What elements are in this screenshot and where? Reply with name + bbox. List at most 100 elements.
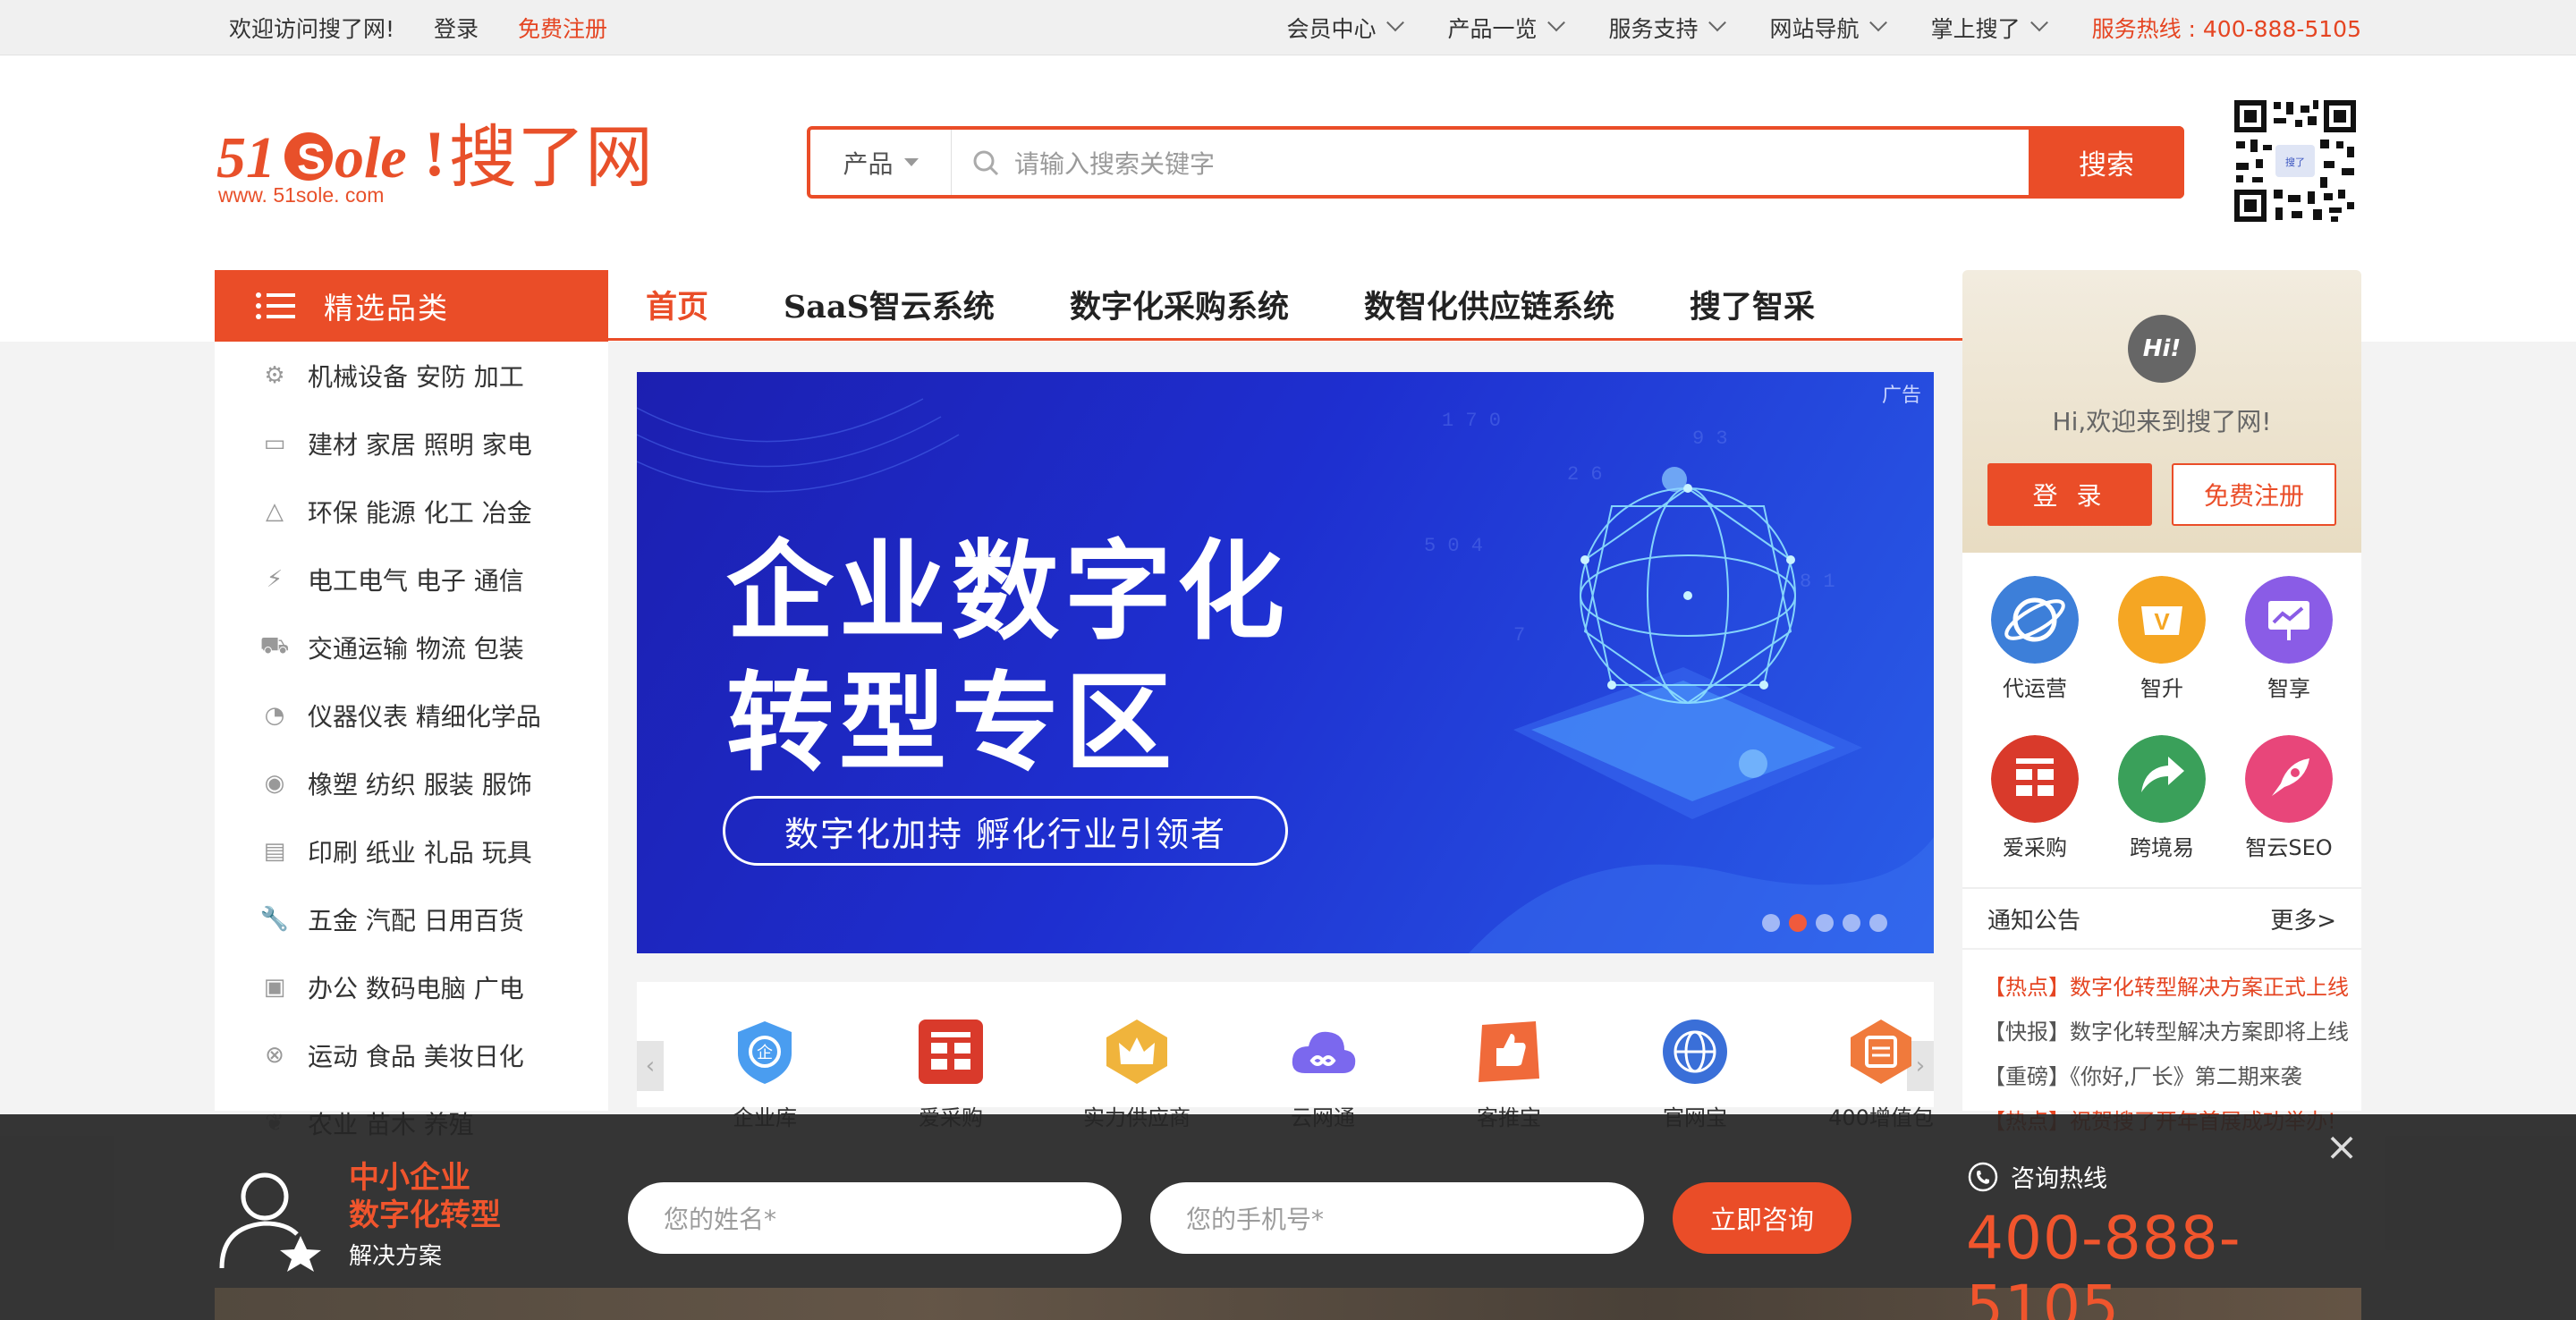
sidebar-item-environment[interactable]: △ 环保 能源 化工 冶金 <box>215 478 608 546</box>
sidebar-item-textile[interactable]: ◉ 橡塑 纺织 服装 服饰 <box>215 749 608 817</box>
menu-mobile[interactable]: 掌上搜了 <box>1930 12 2048 44</box>
presentation-icon <box>2245 576 2333 664</box>
notice-header: 通知公告 更多> <box>1962 889 2361 950</box>
svg-text:www. 51sole. com: www. 51sole. com <box>217 183 384 206</box>
consult-button[interactable]: 立即咨询 <box>1673 1182 1852 1254</box>
welcome-message: Hi,欢迎来到搜了网! <box>2052 407 2272 436</box>
hi-chat-icon: Hi! <box>2128 315 2196 383</box>
sidebar-item-electrical[interactable]: ⚡ 电工电气 电子 通信 <box>215 546 608 613</box>
search-category-label: 产品 <box>843 148 894 179</box>
svg-text:ole: ole <box>335 125 407 190</box>
sidebar-item-label: 交通运输 物流 包装 <box>308 634 524 664</box>
chevron-down-icon <box>1868 13 1887 32</box>
svg-text:5 0 4: 5 0 4 <box>1424 535 1483 557</box>
chevron-down-icon <box>2029 13 2048 32</box>
app-label: 跨境易 <box>2130 835 2194 860</box>
panel-register-button[interactable]: 免费注册 <box>2172 463 2336 526</box>
sidebar-item-building[interactable]: ▭ 建材 家居 照明 家电 <box>215 410 608 478</box>
sidebar-item-printing[interactable]: ▤ 印刷 纸业 礼品 玩具 <box>215 817 608 885</box>
panel-login-button[interactable]: 登 录 <box>1987 463 2152 526</box>
menu-support[interactable]: 服务支持 <box>1608 12 1726 44</box>
list-icon <box>256 292 295 319</box>
login-link[interactable]: 登录 <box>434 12 479 44</box>
category-title: 精选品类 <box>324 291 449 326</box>
nav-procurement[interactable]: 数字化采购系统 <box>1032 282 1326 327</box>
caret-down-icon <box>903 158 919 166</box>
carousel-dot[interactable] <box>1762 914 1780 932</box>
aicaigou-icon <box>1991 735 2079 823</box>
wrench-icon: 🔧 <box>259 906 290 933</box>
app-zhisheng[interactable]: V 智升 <box>2104 576 2220 702</box>
app-label: 智云SEO <box>2245 835 2333 860</box>
svg-text:V: V <box>2154 608 2170 635</box>
category-header[interactable]: 精选品类 <box>215 270 608 342</box>
menu-site-nav[interactable]: 网站导航 <box>1770 12 1887 44</box>
sidebar-item-hardware[interactable]: 🔧 五金 汽配 日用百货 <box>215 885 608 953</box>
menu-label: 会员中心 <box>1286 16 1377 42</box>
phone-input[interactable]: 您的手机号* <box>1150 1182 1644 1254</box>
service-hotline: 服务热线 : 400-888-5105 <box>2091 16 2361 42</box>
close-icon[interactable]: × <box>2322 1124 2361 1170</box>
menu-member-center[interactable]: 会员中心 <box>1286 12 1404 44</box>
menu-products[interactable]: 产品一览 <box>1447 12 1565 44</box>
notice-title: 通知公告 <box>1987 907 2081 935</box>
carousel-dot[interactable] <box>1869 914 1887 932</box>
sidebar-item-office[interactable]: ▣ 办公 数码电脑 广电 <box>215 953 608 1021</box>
hotline-label: 咨询热线 <box>2011 1165 2107 1193</box>
notice-item[interactable]: 【重磅】《你好,厂长》第二期来袭 <box>1962 1052 2361 1096</box>
globe-icon <box>1663 1020 1727 1084</box>
app-label: 爱采购 <box>2003 835 2067 860</box>
site-logo[interactable]: 51 S ole ! 搜了网 www. 51sole. com <box>215 116 662 207</box>
svg-text:7: 7 <box>1513 624 1525 647</box>
sidebar-item-sports[interactable]: ⊗ 运动 食品 美妆日化 <box>215 1021 608 1089</box>
briefcase-icon: ▣ <box>263 974 286 1001</box>
menu-label: 产品一览 <box>1447 16 1538 42</box>
search-input[interactable]: 请输入搜索关键字 <box>952 130 2029 195</box>
search-button[interactable]: 搜索 <box>2029 126 2184 199</box>
svg-text:51: 51 <box>216 125 275 190</box>
package-icon <box>1851 1020 1911 1084</box>
svg-text:企: 企 <box>757 1044 773 1062</box>
services-strip: ‹ › 企 企业库 爱采购 实力供应商 云网通 客推宝 官网宝 400增值包 <box>637 982 1934 1130</box>
sidebar-item-label: 印刷 纸业 礼品 玩具 <box>308 838 532 867</box>
nav-saas[interactable]: SaaS智云系统 <box>746 282 1032 327</box>
menu-label: 服务支持 <box>1608 16 1699 42</box>
carousel-dot[interactable] <box>1816 914 1834 932</box>
carousel-dot[interactable] <box>1843 914 1860 932</box>
sidebar-item-label: 办公 数码电脑 广电 <box>308 974 524 1003</box>
overlay-title-line1: 中小企业 <box>349 1160 470 1196</box>
sidebar-item-machinery[interactable]: ⚙ 机械设备 安防 加工 <box>215 342 608 410</box>
app-aicaigou[interactable]: 爱采购 <box>1977 735 2093 861</box>
thumbs-up-icon <box>1479 1021 1539 1082</box>
name-input[interactable]: 您的姓名* <box>628 1182 1122 1254</box>
app-kuajingyi[interactable]: 跨境易 <box>2104 735 2220 861</box>
carousel-dot-active[interactable] <box>1789 914 1807 932</box>
notice-more-link[interactable]: 更多> <box>2270 902 2336 935</box>
search-bar: 产品 请输入搜索关键字 搜索 <box>807 126 2184 199</box>
chevron-down-icon <box>1707 13 1726 32</box>
ball-icon: ⊗ <box>265 1042 284 1069</box>
chevron-left-icon[interactable]: ‹ <box>637 1041 664 1091</box>
promo-banner[interactable]: 1 7 02 69 3 5 0 48 17 广告 企业数字化 转型专区 数字化加… <box>637 372 1934 953</box>
top-bar: 欢迎访问搜了网! 登录 免费注册 会员中心 产品一览 服务支持 网站导航 掌上搜… <box>0 0 2576 55</box>
sidebar-item-transport[interactable]: ⛟ 交通运输 物流 包装 <box>215 613 608 681</box>
notice-item[interactable]: 【热点】数字化转型解决方案正式上线 <box>1962 962 2361 1007</box>
register-link[interactable]: 免费注册 <box>518 12 607 44</box>
nav-supply-chain[interactable]: 数智化供应链系统 <box>1326 282 1652 327</box>
svg-text:搜了网: 搜了网 <box>449 117 653 197</box>
welcome-panel: Hi! Hi,欢迎来到搜了网! 登 录 免费注册 <box>1962 270 2361 553</box>
notice-item[interactable]: 【快报】数字化转型解决方案即将上线 <box>1962 1007 2361 1052</box>
svg-text:1 7 0: 1 7 0 <box>1442 410 1501 432</box>
nav-home[interactable]: 首页 <box>608 282 746 327</box>
sidebar-item-label: 电工电气 电子 通信 <box>308 566 524 596</box>
app-zhiyun-seo[interactable]: 智云SEO <box>2231 735 2347 861</box>
app-daiyunying[interactable]: 代运营 <box>1977 576 2093 702</box>
app-zhixiang[interactable]: 智享 <box>2231 576 2347 702</box>
search-category-select[interactable]: 产品 <box>810 130 952 195</box>
ad-label: 广告 <box>1881 385 1921 407</box>
lightning-icon: ⚡ <box>266 566 284 593</box>
menu-label: 掌上搜了 <box>1930 16 2021 42</box>
nav-zhicai[interactable]: 搜了智采 <box>1652 282 1852 327</box>
sidebar-item-instruments[interactable]: ◔ 仪器仪表 精细化学品 <box>215 681 608 749</box>
search-icon <box>973 150 999 175</box>
